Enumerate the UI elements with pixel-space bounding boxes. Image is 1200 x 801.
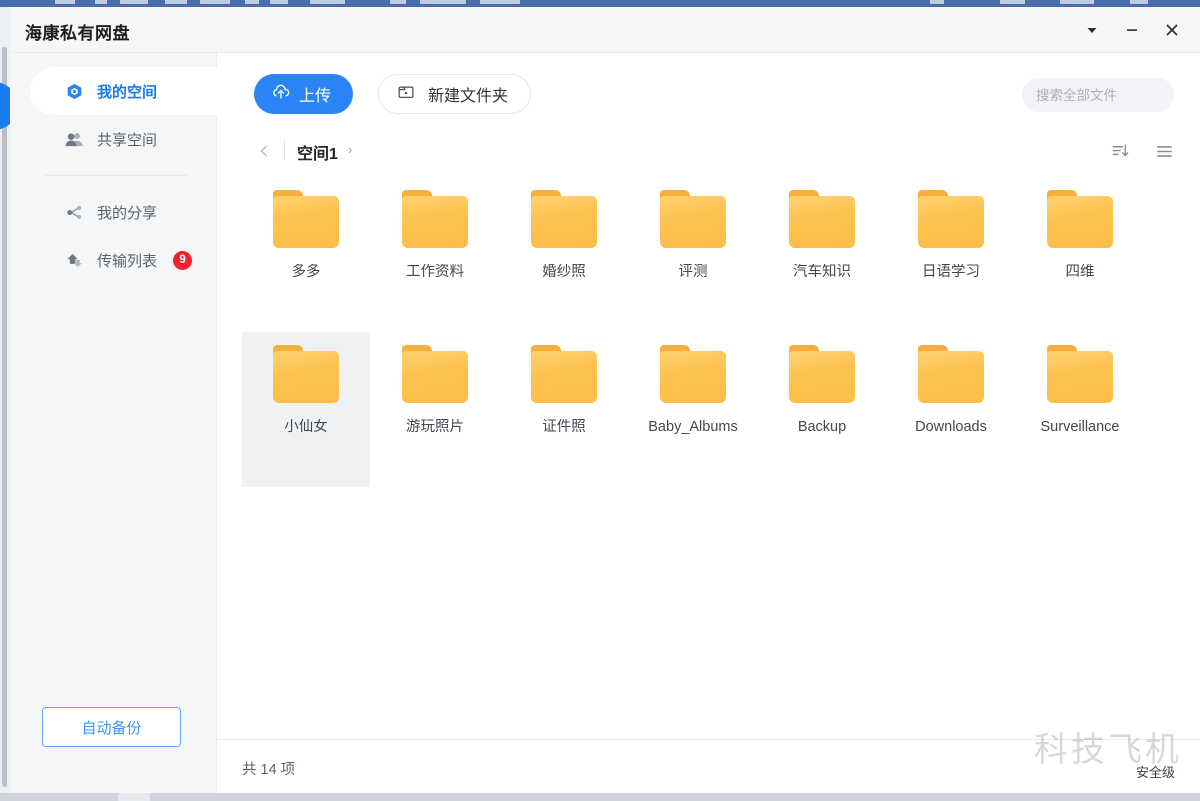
close-icon[interactable] <box>1152 10 1192 50</box>
background-taskbar <box>0 793 1200 801</box>
sidebar-item-transfer-list[interactable]: 传输列表 9 <box>40 236 217 284</box>
folder-icon <box>531 345 597 403</box>
new-folder-label: 新建文件夹 <box>428 88 509 105</box>
breadcrumb-divider <box>284 140 285 160</box>
file-item[interactable]: 四维 <box>1016 177 1144 332</box>
share-icon <box>64 202 84 222</box>
file-item[interactable]: 多多 <box>242 177 370 332</box>
folder-plus-icon <box>397 83 415 106</box>
sidebar-divider <box>45 175 187 176</box>
folder-icon <box>273 345 339 403</box>
file-item-label: 多多 <box>291 264 321 280</box>
folder-icon <box>660 190 726 248</box>
sidebar-nav: 我的空间 共享空间 我的分享 传输列表 9 <box>10 67 227 284</box>
folder-icon <box>1047 345 1113 403</box>
file-item-label: 游玩照片 <box>406 419 464 435</box>
file-item[interactable]: 小仙女 <box>242 332 370 487</box>
folder-icon <box>918 190 984 248</box>
new-folder-button[interactable]: 新建文件夹 <box>378 74 532 114</box>
file-item-label: Baby_Albums <box>648 419 738 435</box>
sidebar-item-label: 传输列表 <box>97 252 158 270</box>
file-item[interactable]: Backup <box>758 332 886 487</box>
sidebar: 我的空间 共享空间 我的分享 传输列表 9 自动备份 <box>10 53 227 793</box>
file-item[interactable]: 汽车知识 <box>758 177 886 332</box>
file-item[interactable]: Downloads <box>887 332 1015 487</box>
sidebar-item-label: 我的空间 <box>97 83 158 101</box>
folder-icon <box>402 345 468 403</box>
breadcrumb: 空间1 › <box>217 127 1200 177</box>
file-grid: 多多 工作资料 婚纱照 评测 汽车知识 日语学习 四维小仙女 游玩照片 证件照 Baby_Albu… <box>242 177 1182 737</box>
file-item-label: 四维 <box>1065 264 1095 280</box>
main-content: 上传 新建文件夹 搜索全部文件 空间1 › 多多 工作资料 婚纱照 评测 汽车知… <box>217 53 1200 793</box>
search-box[interactable] <box>1022 78 1200 112</box>
auto-backup-button[interactable]: 自动备份 <box>42 707 181 747</box>
sidebar-item-label: 共享空间 <box>97 131 158 149</box>
status-badge: 安全级 <box>1135 765 1175 780</box>
folder-icon <box>1047 190 1113 248</box>
upload-button[interactable]: 上传 <box>254 74 354 114</box>
file-item[interactable]: 工作资料 <box>371 177 499 332</box>
chevron-left-icon[interactable] <box>254 141 274 161</box>
users-icon <box>64 129 84 149</box>
file-item-label: Downloads <box>915 419 987 435</box>
file-item[interactable]: 日语学习 <box>887 177 1015 332</box>
file-item[interactable]: 评测 <box>629 177 757 332</box>
folder-icon <box>660 345 726 403</box>
background-scrollbar[interactable] <box>2 47 7 787</box>
folder-icon <box>789 345 855 403</box>
file-item[interactable]: 婚纱照 <box>500 177 628 332</box>
folder-icon <box>918 345 984 403</box>
breadcrumb-current[interactable]: 空间1 <box>297 140 338 164</box>
dropdown-caret-icon[interactable] <box>1072 10 1112 50</box>
folder-icon <box>789 190 855 248</box>
file-item[interactable]: Baby_Albums <box>629 332 757 487</box>
sidebar-item-my-shares[interactable]: 我的分享 <box>40 188 217 236</box>
file-item-label: 小仙女 <box>284 419 328 435</box>
folder-icon <box>531 190 597 248</box>
folder-icon <box>402 190 468 248</box>
item-count: 共 14 项 <box>242 762 296 778</box>
sidebar-item-shared-space[interactable]: 共享空间 <box>40 115 217 163</box>
file-item-label: 工作资料 <box>406 264 464 280</box>
transfer-icon <box>64 250 84 270</box>
file-item-label: 评测 <box>678 264 708 280</box>
file-item-label: Backup <box>797 419 847 435</box>
file-item-label: 日语学习 <box>922 264 980 280</box>
sidebar-item-my-space[interactable]: 我的空间 <box>30 67 227 115</box>
cube-icon <box>64 81 84 101</box>
sort-icon[interactable] <box>1108 139 1132 163</box>
status-bar: 共 14 项 安全级 <box>217 739 1200 793</box>
view-controls <box>1108 139 1176 163</box>
minimize-icon[interactable] <box>1112 10 1152 50</box>
file-item[interactable]: 证件照 <box>500 332 628 487</box>
chevron-right-icon: › <box>348 142 353 157</box>
file-item-label: 汽车知识 <box>793 264 851 280</box>
file-item[interactable]: Surveillance <box>1016 332 1144 487</box>
sidebar-item-label: 我的分享 <box>97 204 158 222</box>
file-item-label: 婚纱照 <box>542 264 586 280</box>
folder-icon <box>273 190 339 248</box>
cloud-upload-icon <box>272 83 290 106</box>
app-window: 海康私有网盘 我的空间 共享空间 我的分享 传输列表 9 自动备份 上传 新建文… <box>10 7 1200 793</box>
file-item[interactable]: 游玩照片 <box>371 332 499 487</box>
action-toolbar: 上传 新建文件夹 <box>217 53 1200 127</box>
title-bar: 海康私有网盘 <box>10 7 1200 53</box>
upload-label: 上传 <box>299 88 332 105</box>
file-item-label: 证件照 <box>542 419 586 435</box>
file-item-label: Surveillance <box>1040 419 1120 435</box>
transfer-badge: 9 <box>173 250 193 270</box>
background-window-titlebar <box>0 0 1200 7</box>
list-view-icon[interactable] <box>1152 139 1176 163</box>
page-title: 海康私有网盘 <box>25 24 130 43</box>
search-input[interactable] <box>1036 87 1200 103</box>
auto-backup-label: 自动备份 <box>81 719 142 737</box>
window-controls <box>1072 7 1192 53</box>
